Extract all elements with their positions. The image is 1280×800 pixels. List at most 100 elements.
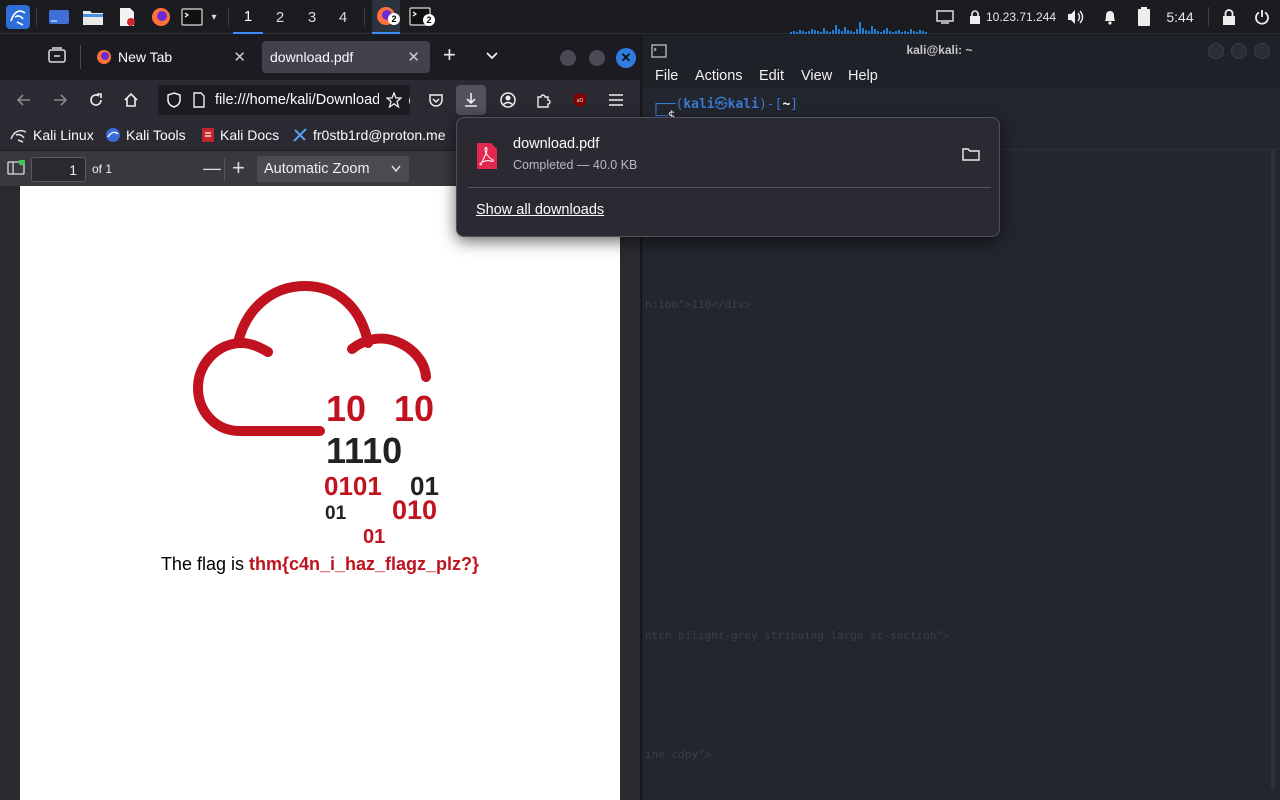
firefox-view-icon[interactable] [48, 47, 72, 69]
shield-icon[interactable] [167, 92, 181, 108]
cpu-graph-bar [841, 31, 843, 34]
cpu-graph-bar [862, 28, 864, 34]
clock[interactable]: 5:44 [1162, 0, 1198, 34]
volume-icon[interactable] [1064, 0, 1086, 34]
menu-help[interactable]: Help [848, 68, 878, 84]
show-desktop-icon[interactable] [46, 0, 72, 34]
ublock-origin-icon[interactable]: uO [565, 85, 595, 115]
show-all-downloads-link[interactable]: Show all downloads [476, 202, 604, 218]
tab-download-pdf[interactable]: download.pdf ✕ [262, 41, 430, 73]
binary-digits: 1110 [326, 430, 402, 471]
cpu-graph-bar [793, 31, 795, 34]
cpu-graph-bar [796, 32, 798, 34]
back-icon[interactable] [9, 85, 39, 115]
firefox-icon [97, 50, 111, 64]
downloads-icon[interactable] [456, 85, 486, 115]
command-line: └─$ ... [652, 109, 707, 117]
minimize-button[interactable] [560, 50, 576, 66]
cpu-graph-bar [865, 30, 867, 34]
tab-new-tab[interactable]: New Tab ✕ [86, 41, 256, 73]
cpu-graph-bar [889, 31, 891, 34]
bookmark-kali-docs[interactable]: Kali Docs [201, 125, 279, 145]
new-tab-icon[interactable]: + [443, 44, 463, 68]
terminal-scrollbar[interactable] [1271, 149, 1275, 789]
close-window-button[interactable]: ✕ [616, 48, 636, 68]
workspace-4[interactable]: 4 [328, 0, 358, 34]
cpu-graph-bar [820, 32, 822, 34]
close-tab-icon[interactable]: ✕ [407, 48, 420, 66]
show-in-folder-icon[interactable] [962, 146, 980, 162]
close-tab-icon[interactable]: ✕ [233, 48, 246, 66]
workspace-1[interactable]: 1 [233, 0, 263, 34]
zoom-value: Automatic Zoom [264, 161, 370, 177]
cpu-graph-bar [838, 29, 840, 34]
home-icon[interactable] [116, 85, 146, 115]
bookmark-email[interactable]: fr0stb1rd@proton.me [292, 125, 446, 145]
workspace-3[interactable]: 3 [297, 0, 327, 34]
list-all-tabs-icon[interactable] [484, 47, 502, 65]
menu-hamburger-icon[interactable] [601, 85, 631, 115]
navigation-toolbar: file:///home/kali/Downloads/download.pdf… [0, 80, 640, 120]
pocket-icon[interactable] [421, 85, 451, 115]
menu-edit[interactable]: Edit [759, 68, 784, 84]
extensions-icon[interactable] [529, 85, 559, 115]
page-number-input[interactable]: 1 [31, 157, 86, 182]
taskbar-terminal[interactable]: 2 [406, 0, 435, 34]
pdf-file-icon [477, 143, 497, 169]
forward-icon[interactable] [45, 85, 75, 115]
display-icon[interactable] [934, 0, 956, 34]
zoom-in-icon[interactable]: + [232, 155, 245, 181]
firefox-launcher-icon[interactable] [148, 0, 174, 34]
cpu-graph-bar [904, 31, 906, 34]
terminal-menubar: File Actions Edit View Help [642, 65, 1280, 89]
bookmark-kali-linux[interactable]: Kali Linux [10, 125, 94, 145]
binary-digits: 010 [392, 495, 437, 525]
taskbar-firefox[interactable]: 2 [372, 0, 400, 34]
battery-icon [1133, 0, 1155, 34]
kali-logo-icon [6, 5, 30, 29]
cpu-graph-bar [892, 32, 894, 34]
ghost-text: ntch bilight-grey stripuing large sc-sec… [645, 629, 950, 642]
terminal-launcher-icon[interactable] [180, 0, 204, 34]
cpu-graph-bar [847, 30, 849, 34]
maximize-button[interactable] [589, 50, 605, 66]
file-manager-icon[interactable] [80, 0, 106, 34]
close-button[interactable] [1254, 43, 1270, 59]
bookmark-kali-tools[interactable]: Kali Tools [105, 125, 186, 145]
cpu-graph-bar [895, 31, 897, 34]
cpu-graph-bar [913, 31, 915, 34]
tab-bar: New Tab ✕ download.pdf ✕ + ✕ [0, 35, 640, 80]
downloads-panel: download.pdf Completed — 40.0 KB Show al… [456, 117, 1000, 237]
cpu-graph-bar [802, 31, 804, 34]
cpu-graph-bar [832, 30, 834, 34]
notifications-bell-icon[interactable] [1099, 0, 1121, 34]
binary-digits: 0101 [324, 471, 382, 501]
maximize-button[interactable] [1231, 43, 1247, 59]
kali-tools-icon [106, 128, 120, 142]
account-icon[interactable] [493, 85, 523, 115]
url-bar[interactable]: file:///home/kali/Downloads/download.pdf [158, 85, 410, 115]
workspace-2[interactable]: 2 [265, 0, 295, 34]
sidebar-toggle-icon[interactable] [7, 158, 26, 176]
reload-icon[interactable] [81, 85, 111, 115]
minimize-button[interactable] [1208, 43, 1224, 59]
cpu-graph [790, 22, 927, 34]
zoom-out-icon[interactable]: — [203, 158, 221, 179]
bookmark-star-icon[interactable] [379, 85, 409, 115]
launcher-dropdown-icon[interactable]: ▾ [206, 0, 222, 34]
binary-digits: 01 [363, 526, 385, 548]
flag-line: The flag is thm{c4n_i_haz_flagz_plz?} [20, 554, 620, 575]
text-editor-icon[interactable] [114, 0, 140, 34]
menu-actions[interactable]: Actions [695, 68, 743, 84]
cpu-graph-bar [790, 32, 792, 34]
menu-view[interactable]: View [801, 68, 832, 84]
download-item[interactable]: download.pdf Completed — 40.0 KB [457, 118, 999, 186]
power-icon[interactable] [1250, 0, 1274, 34]
window-count-badge: 2 [423, 14, 435, 26]
ip-address: 10.23.71.244 [986, 10, 1057, 24]
zoom-select[interactable]: Automatic Zoom [257, 156, 409, 182]
kali-menu-button[interactable] [4, 0, 32, 34]
lock-screen-icon[interactable] [1218, 0, 1240, 34]
menu-file[interactable]: File [655, 68, 678, 84]
pdf-viewer[interactable]: 10 10 1110 0101 01 01 010 01 The flag is… [0, 186, 640, 800]
